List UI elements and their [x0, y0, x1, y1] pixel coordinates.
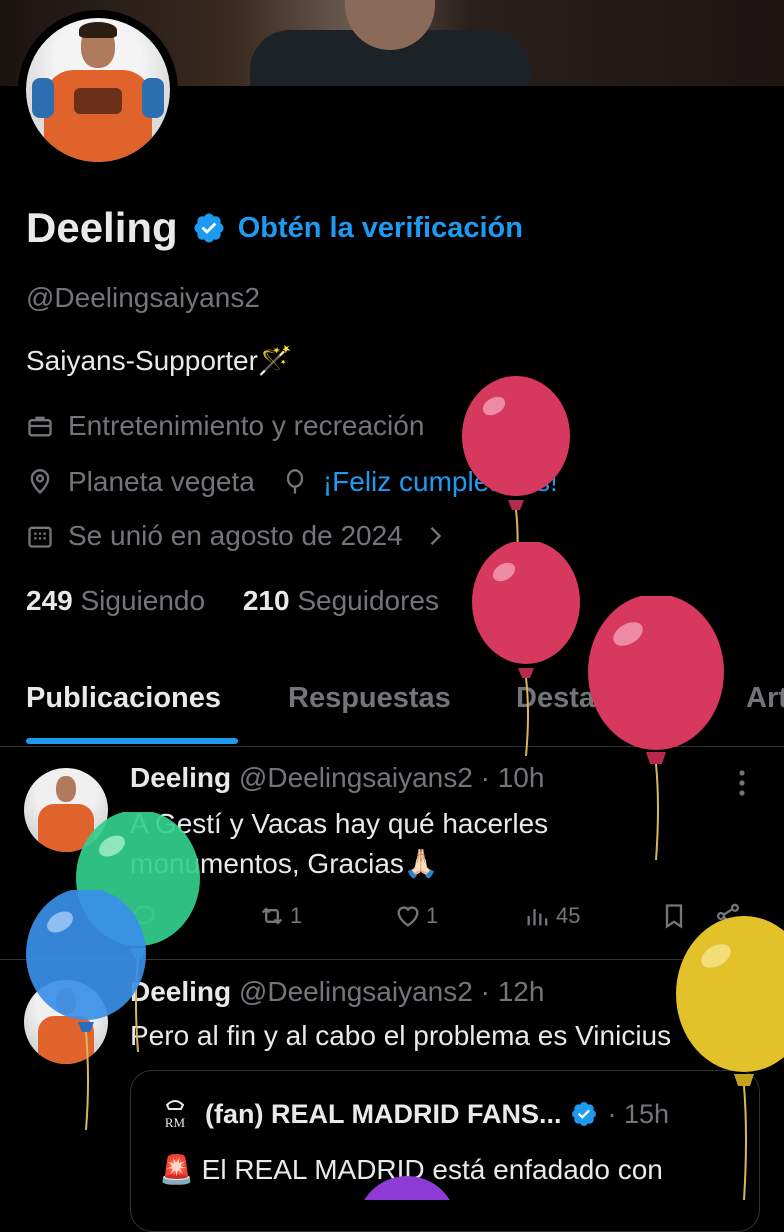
followers-link[interactable]: 210 Seguidores [243, 585, 439, 616]
tab-posts[interactable]: Publicaciones [26, 682, 221, 715]
profile-name-row: Deeling Obtén la verificación [26, 204, 523, 252]
post-handle-time: @Deelingsaiyans2 · 10h [238, 762, 545, 793]
balloon-icon [286, 469, 303, 494]
heart-icon [397, 906, 419, 927]
category-text: Entretenimiento y recreación [68, 410, 425, 441]
post-author-name[interactable]: Deeling [130, 762, 231, 793]
display-name: Deeling [26, 204, 178, 251]
quoted-author-name[interactable]: (fan) REAL MADRID FANS... [205, 1099, 562, 1130]
real-madrid-crest-icon: RM [165, 1100, 186, 1130]
birthday-balloon-yellow-icon [676, 916, 784, 1200]
tab-replies[interactable]: Respuestas [288, 682, 451, 715]
retweet-count: 1 [290, 903, 303, 928]
svg-text:RM: RM [165, 1115, 186, 1130]
follow-counts: 249 Siguiendo 210 Seguidores [26, 585, 439, 617]
verified-badge-icon[interactable] [192, 211, 226, 245]
location-text: Planeta vegeta [68, 466, 255, 497]
chevron-right-icon [430, 527, 442, 545]
profile-bio: Saiyans-Supporter🪄 [26, 345, 293, 376]
quoted-post[interactable]: RM (fan) REAL MADRID FANS... · 15h 🚨 El … [130, 1070, 760, 1232]
quoted-post-header: RM (fan) REAL MADRID FANS... · 15h [159, 1097, 669, 1131]
retweet-button[interactable]: 1 [258, 902, 302, 930]
joined-row[interactable]: Se unió en agosto de 2024 [26, 520, 463, 552]
calendar-icon [28, 526, 52, 548]
views-chart-icon [527, 909, 548, 926]
quoted-time: · 15h [607, 1098, 670, 1129]
profile-avatar[interactable] [18, 10, 178, 170]
get-verified-link[interactable]: Obtén la verificación [238, 212, 523, 245]
more-options-icon[interactable] [736, 768, 748, 798]
tab-articles[interactable]: Art [746, 682, 784, 715]
retweet-icon [261, 907, 283, 925]
birthday-balloon-red-icon [472, 542, 580, 756]
verified-badge-icon [571, 1102, 596, 1126]
location-pin-icon [30, 469, 50, 495]
post-text: Pero al fin y al cabo el problema es Vin… [130, 1020, 672, 1051]
joined-text: Se unió en agosto de 2024 [68, 520, 403, 551]
views-count: 45 [556, 903, 581, 928]
like-count: 1 [426, 903, 439, 928]
following-link[interactable]: 249 Siguiendo [26, 585, 205, 616]
active-tab-indicator [26, 738, 238, 744]
post-actions: 1 1 45 [130, 902, 770, 942]
like-button[interactable]: 1 [394, 902, 438, 930]
profile-handle: @Deelingsaiyans2 [26, 282, 260, 313]
briefcase-icon [28, 416, 52, 437]
post-handle-time: @Deelingsaiyans2 · 12h [238, 976, 545, 1007]
post-header: Deeling @Deelingsaiyans2 · 10h [130, 762, 544, 794]
birthday-balloon-blue-icon [26, 890, 146, 1130]
birthday-balloon-purple-icon [364, 1176, 450, 1200]
category-row: Entretenimiento y recreación [26, 410, 424, 442]
views-button[interactable]: 45 [524, 902, 580, 930]
birthday-balloon-red-icon [588, 596, 724, 861]
